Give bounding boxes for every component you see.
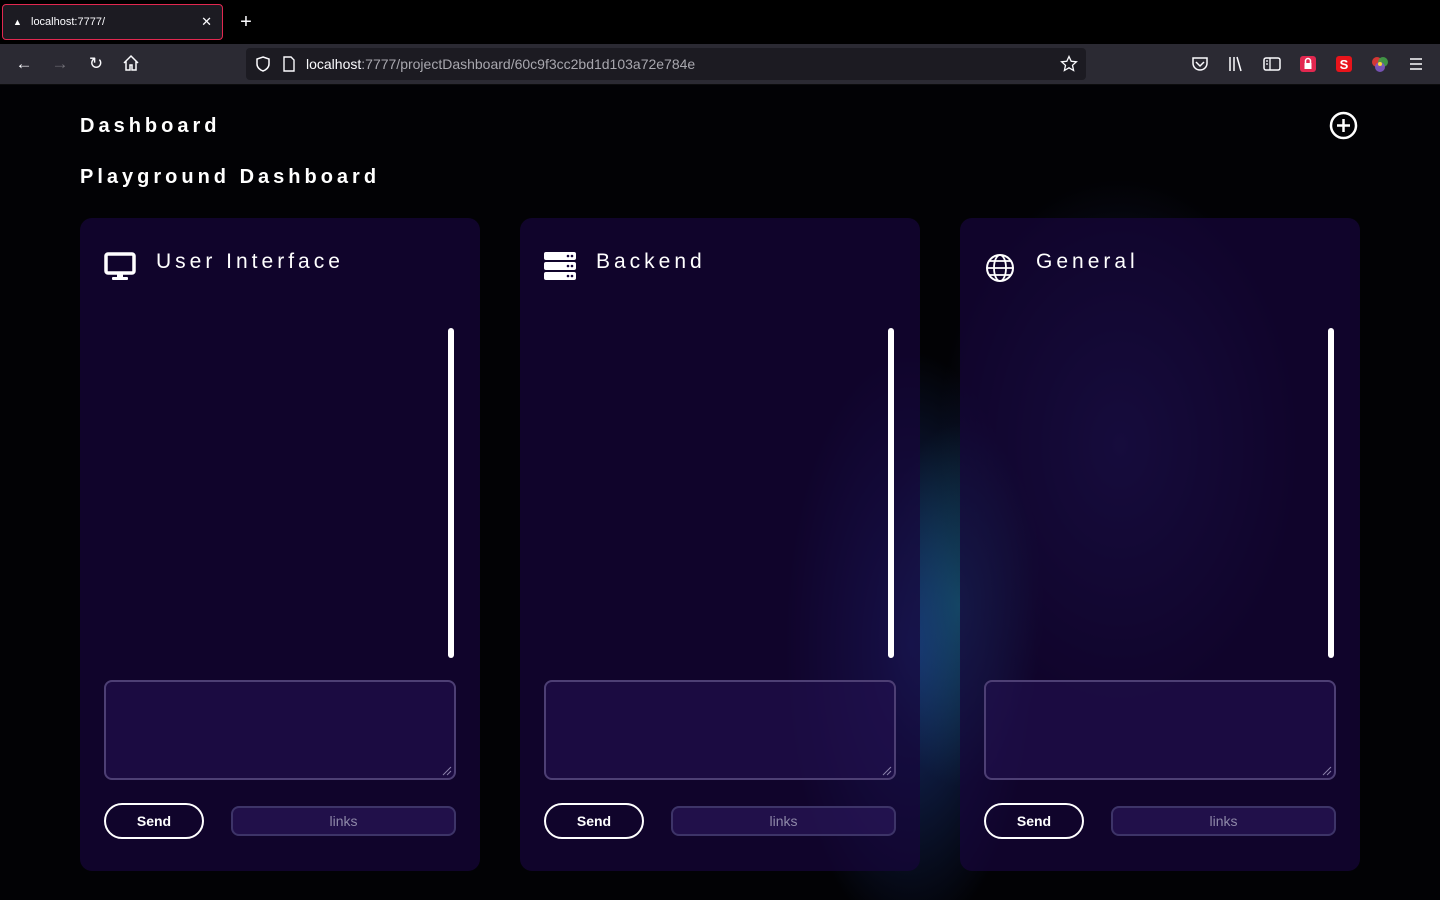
lock-extension-icon[interactable] bbox=[1298, 54, 1318, 74]
shield-icon[interactable] bbox=[254, 55, 272, 73]
links-button[interactable]: links bbox=[1111, 806, 1336, 836]
scrollbar[interactable] bbox=[1328, 328, 1334, 658]
browser-tab[interactable]: ▲ localhost:7777/ ✕ bbox=[2, 4, 223, 40]
message-textarea[interactable] bbox=[544, 680, 896, 780]
url-path: :7777/projectDashboard/60c9f3cc2bd1d103a… bbox=[361, 56, 696, 72]
card-backend: Backend Send links bbox=[520, 218, 920, 871]
home-icon[interactable] bbox=[121, 54, 141, 74]
url-host: localhost bbox=[306, 56, 362, 72]
add-circle-icon[interactable] bbox=[1329, 111, 1358, 140]
card-title: User Interface bbox=[156, 250, 344, 273]
s-extension-icon[interactable]: S bbox=[1334, 54, 1354, 74]
navigation-bar: ← → ↻ localhost:7777/projectDashboard/60… bbox=[0, 44, 1440, 85]
globe-icon bbox=[986, 254, 1014, 282]
menu-icon[interactable] bbox=[1406, 54, 1426, 74]
forward-icon[interactable]: → bbox=[50, 54, 70, 74]
send-button[interactable]: Send bbox=[104, 803, 204, 839]
library-icon[interactable] bbox=[1226, 54, 1246, 74]
card-general: General Send links bbox=[960, 218, 1360, 871]
card-title: General bbox=[1036, 250, 1139, 273]
scrollbar[interactable] bbox=[888, 328, 894, 658]
resize-handle-icon[interactable] bbox=[880, 764, 892, 776]
back-icon[interactable]: ← bbox=[14, 54, 34, 74]
resize-handle-icon[interactable] bbox=[440, 764, 452, 776]
sidebar-icon[interactable] bbox=[1262, 54, 1282, 74]
favicon-icon: ▲ bbox=[13, 17, 22, 27]
dashboard-name: Playground Dashboard bbox=[80, 166, 381, 188]
pocket-icon[interactable] bbox=[1190, 54, 1210, 74]
dashboard-page: Dashboard Playground Dashboard User Inte… bbox=[0, 85, 1440, 900]
color-wheel-icon[interactable] bbox=[1370, 54, 1390, 74]
url-text[interactable]: localhost:7777/projectDashboard/60c9f3cc… bbox=[306, 56, 1060, 72]
links-button[interactable]: links bbox=[231, 806, 456, 836]
tab-title: localhost:7777/ bbox=[31, 16, 105, 28]
url-bar[interactable]: localhost:7777/projectDashboard/60c9f3cc… bbox=[246, 48, 1086, 80]
message-textarea[interactable] bbox=[984, 680, 1336, 780]
bookmark-star-icon[interactable] bbox=[1060, 55, 1078, 73]
message-textarea[interactable] bbox=[104, 680, 456, 780]
card-title: Backend bbox=[596, 250, 706, 273]
reload-icon[interactable]: ↻ bbox=[86, 54, 106, 74]
page-icon bbox=[283, 56, 295, 72]
links-button[interactable]: links bbox=[671, 806, 896, 836]
server-icon bbox=[544, 252, 576, 280]
send-button[interactable]: Send bbox=[544, 803, 644, 839]
page-title: Dashboard bbox=[80, 115, 221, 137]
resize-handle-icon[interactable] bbox=[1320, 764, 1332, 776]
new-tab-icon[interactable]: + bbox=[236, 10, 256, 34]
card-user-interface: User Interface Send links bbox=[80, 218, 480, 871]
monitor-icon bbox=[104, 252, 136, 280]
scrollbar[interactable] bbox=[448, 328, 454, 658]
send-button[interactable]: Send bbox=[984, 803, 1084, 839]
tab-bar: ▲ localhost:7777/ ✕ + bbox=[0, 0, 1440, 44]
svg-text:S: S bbox=[1340, 57, 1349, 72]
close-icon[interactable]: ✕ bbox=[201, 14, 212, 30]
